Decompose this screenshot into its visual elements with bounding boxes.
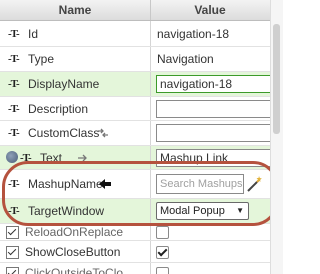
property-label: TargetWindow	[28, 204, 105, 218]
property-row-text[interactable]: -T- Text Mashup Link	[0, 146, 273, 170]
property-row-id[interactable]: -T- Id navigation-18	[0, 21, 271, 47]
property-row-displayname[interactable]: -T- DisplayName navigation-18	[0, 72, 273, 97]
string-type-icon: -T-	[20, 151, 32, 164]
property-label: ReloadOnReplace	[25, 225, 124, 239]
property-label: Text	[40, 150, 63, 165]
mashup-search-input[interactable]: Search Mashups	[156, 174, 244, 194]
scrollbar-thumb[interactable]	[273, 24, 280, 134]
clickoutsidetoclose-checkbox[interactable]	[156, 267, 169, 274]
property-value: navigation-18	[157, 26, 230, 41]
property-row-clickoutsidetoclose[interactable]: ClickOutsideToClo	[0, 263, 271, 274]
string-type-icon: -T-	[8, 205, 20, 217]
value-column-header[interactable]: Value	[151, 0, 269, 20]
boolean-type-icon	[6, 267, 19, 274]
targetwindow-select[interactable]: Modal Popup ▼	[156, 202, 249, 220]
arrow-left-icon	[99, 179, 111, 189]
property-row-mashupname[interactable]: -T- MashupName Search Mashups	[0, 170, 271, 199]
property-value: Navigation	[157, 52, 214, 66]
properties-grid-header: Name Value	[0, 0, 283, 21]
vertical-scrollbar[interactable]	[270, 0, 283, 274]
chevron-down-icon: ▼	[236, 206, 244, 215]
boolean-type-icon	[6, 245, 19, 259]
showclosebutton-checkbox[interactable]	[156, 245, 169, 259]
string-type-icon: -T-	[8, 127, 20, 139]
property-row-description[interactable]: -T- Description	[0, 97, 273, 121]
properties-panel: Name Value -T- Id navigation-18 -T- Type…	[0, 0, 283, 274]
description-input[interactable]	[156, 99, 273, 118]
property-label: DisplayName	[28, 77, 100, 91]
name-column-header[interactable]: Name	[0, 0, 151, 20]
magic-wand-icon[interactable]	[244, 174, 264, 194]
property-row-type[interactable]: -T- Type Navigation	[0, 47, 271, 72]
displayname-input[interactable]: navigation-18	[156, 75, 273, 93]
property-label: MashupName	[28, 177, 103, 191]
property-row-customclass[interactable]: -T- CustomClass	[0, 121, 273, 146]
bindable-link-icon[interactable]	[95, 125, 111, 141]
property-label: Id	[28, 26, 39, 41]
property-label: Description	[28, 101, 89, 116]
property-label: Type	[28, 52, 55, 66]
string-type-icon: -T-	[8, 178, 20, 190]
text-input[interactable]: Mashup Link	[156, 148, 273, 167]
property-label: ClickOutsideToClo	[25, 266, 124, 274]
property-label: CustomClass	[28, 126, 100, 140]
property-row-showclosebutton[interactable]: ShowCloseButton	[0, 241, 271, 263]
string-type-icon: -T-	[8, 78, 20, 90]
string-type-icon: -T-	[8, 102, 20, 115]
reloadonreplace-checkbox[interactable]	[156, 226, 169, 239]
bind-target-icon[interactable]	[77, 152, 89, 164]
property-label: ShowCloseButton	[25, 244, 121, 259]
connection-dot-icon	[6, 151, 18, 163]
property-row-reloadonreplace[interactable]: ReloadOnReplace	[0, 224, 271, 241]
string-type-icon: -T-	[8, 53, 20, 65]
property-row-targetwindow[interactable]: -T- TargetWindow Modal Popup ▼	[0, 199, 271, 224]
string-type-icon: -T-	[8, 27, 20, 40]
customclass-input[interactable]	[156, 124, 273, 142]
boolean-type-icon	[6, 226, 19, 239]
select-value: Modal Popup	[160, 205, 225, 217]
